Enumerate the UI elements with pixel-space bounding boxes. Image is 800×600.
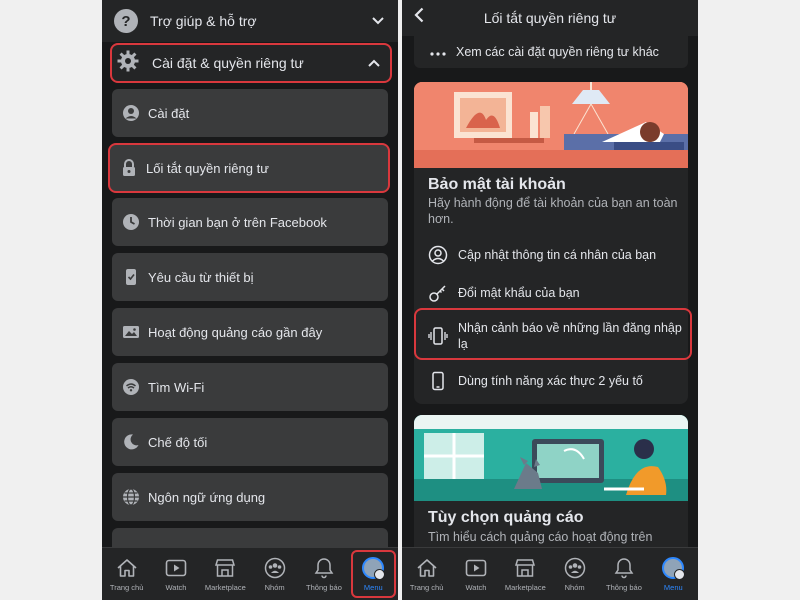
avatar-icon	[362, 556, 386, 580]
bottom-navigation: Trang chủ Watch Marketplace Nhóm Thông b…	[402, 547, 698, 600]
person-circle-icon	[428, 245, 448, 265]
back-arrow-icon[interactable]	[414, 6, 424, 29]
menu-item-label: Ngôn ngữ ứng dụng	[148, 489, 266, 505]
nav-watch[interactable]: Watch	[451, 548, 500, 600]
nav-groups[interactable]: Nhóm	[550, 548, 599, 600]
nav-home[interactable]: Trang chủ	[102, 548, 151, 600]
nav-groups[interactable]: Nhóm	[250, 548, 299, 600]
gear-icon	[116, 49, 140, 78]
nav-label: Watch	[465, 582, 487, 592]
nav-menu[interactable]: Menu	[649, 548, 698, 600]
ad-illustration	[414, 415, 688, 501]
help-support-label: Trợ giúp & hỗ trợ	[150, 13, 257, 29]
watch-icon	[465, 557, 487, 579]
marketplace-icon	[514, 557, 536, 579]
home-icon	[116, 557, 138, 579]
bottom-navigation: Trang chủ Watch Marketplace Nhóm Thông b…	[102, 547, 398, 600]
page-header: Lối tắt quyền riêng tư	[402, 0, 698, 36]
nav-label: Trang chủ	[409, 582, 444, 592]
nav-marketplace[interactable]: Marketplace	[501, 548, 550, 600]
help-support-row[interactable]: ? Trợ giúp & hỗ trợ	[102, 0, 398, 42]
nav-label: Marketplace	[204, 582, 246, 592]
menu-item-label: Hoạt động quảng cáo gần đây	[148, 324, 323, 340]
change-password-row[interactable]: Đổi mật khẩu của bạn	[414, 278, 688, 308]
nav-label: Thông báo	[306, 582, 342, 592]
nav-menu[interactable]: Menu	[349, 548, 398, 600]
key-icon	[428, 283, 448, 303]
nav-label: Watch	[165, 582, 187, 592]
ad-image-icon	[122, 323, 140, 341]
security-item-label: Dùng tính năng xác thực 2 yếu tố	[458, 374, 643, 388]
security-illustration	[414, 82, 688, 168]
security-title: Bảo mật tài khoản	[428, 176, 566, 193]
menu-item-label: Yêu cầu từ thiết bị	[148, 269, 254, 285]
phone-icon	[428, 371, 448, 391]
menu-item-app-language[interactable]: Ngôn ngữ ứng dụng	[112, 473, 388, 521]
groups-icon	[564, 557, 586, 579]
bell-icon	[613, 557, 635, 579]
menu-item-time-on-facebook[interactable]: Thời gian bạn ở trên Facebook	[112, 198, 388, 246]
nav-label: Marketplace	[504, 582, 546, 592]
facebook-menu-screen: ? Trợ giúp & hỗ trợ Cài đặt & quyền riên	[102, 0, 398, 600]
bell-icon	[313, 557, 335, 579]
menu-item-label: Lối tắt quyền riêng tư	[146, 160, 269, 176]
nav-label: Nhóm	[264, 582, 285, 592]
lock-icon	[120, 159, 138, 177]
chevron-up-icon	[368, 56, 380, 70]
settings-privacy-label: Cài đặt & quyền riêng tư	[152, 55, 304, 71]
more-privacy-label: Xem các cài đặt quyền riêng tư khác	[456, 45, 659, 59]
watch-icon	[165, 557, 187, 579]
security-description: Hãy hành động để tài khoản của bạn an to…	[428, 196, 678, 226]
chevron-down-icon	[372, 14, 384, 28]
security-item-label: Đổi mật khẩu của bạn	[458, 286, 580, 300]
menu-item-label: Cài đặt	[148, 105, 190, 121]
phone-check-icon	[122, 268, 140, 286]
menu-item-dark-mode[interactable]: Chế độ tối	[112, 418, 388, 466]
nav-home[interactable]: Trang chủ	[402, 548, 451, 600]
groups-icon	[264, 557, 286, 579]
ads-description: Tìm hiểu cách quảng cáo hoạt động trên	[428, 530, 653, 544]
moon-icon	[122, 433, 140, 451]
security-item-label: Cập nhật thông tin cá nhân của bạn	[458, 248, 657, 262]
nav-label: Nhóm	[564, 582, 585, 592]
nav-notifications[interactable]: Thông báo	[599, 548, 648, 600]
nav-label: Menu	[663, 582, 683, 592]
avatar-icon	[662, 556, 686, 580]
two-factor-row[interactable]: Dùng tính năng xác thực 2 yếu tố	[414, 366, 688, 396]
menu-item-label: Thời gian bạn ở trên Facebook	[148, 214, 327, 230]
nav-label: Thông báo	[606, 582, 642, 592]
help-question-icon: ?	[114, 9, 138, 33]
ads-title: Tùy chọn quảng cáo	[428, 509, 584, 526]
home-icon	[416, 557, 438, 579]
menu-item-settings[interactable]: Cài đặt	[112, 89, 388, 137]
nav-watch[interactable]: Watch	[151, 548, 200, 600]
page-title: Lối tắt quyền riêng tư	[483, 10, 617, 26]
person-circle-icon	[122, 104, 140, 122]
marketplace-icon	[214, 557, 236, 579]
menu-item-label: Tìm Wi-Fi	[148, 379, 205, 395]
menu-item-device-requests[interactable]: Yêu cầu từ thiết bị	[112, 253, 388, 301]
menu-item-recent-ad-activity[interactable]: Hoạt động quảng cáo gần đây	[112, 308, 388, 356]
nav-notifications[interactable]: Thông báo	[299, 548, 348, 600]
globe-icon	[122, 488, 140, 506]
update-personal-info-row[interactable]: Cập nhật thông tin cá nhân của bạn	[414, 240, 688, 270]
menu-item-label: Chế độ tối	[148, 434, 208, 450]
menu-item-find-wifi[interactable]: Tìm Wi-Fi	[112, 363, 388, 411]
nav-label: Trang chủ	[109, 582, 144, 592]
wifi-icon	[122, 378, 140, 396]
more-privacy-settings-row[interactable]: Xem các cài đặt quyền riêng tư khác	[414, 36, 688, 68]
privacy-shortcuts-screen: Lối tắt quyền riêng tư Xem các cài đặt q…	[402, 0, 698, 600]
menu-item-privacy-shortcuts[interactable]: Lối tắt quyền riêng tư	[108, 143, 390, 193]
nav-marketplace[interactable]: Marketplace	[201, 548, 250, 600]
settings-privacy-row[interactable]: Cài đặt & quyền riêng tư	[110, 43, 392, 83]
ad-preferences-card[interactable]: Tùy chọn quảng cáo Tìm hiểu cách quảng c…	[414, 415, 688, 555]
clock-icon	[122, 213, 140, 231]
more-dots-icon	[430, 43, 446, 61]
login-alerts-highlight	[414, 308, 692, 360]
